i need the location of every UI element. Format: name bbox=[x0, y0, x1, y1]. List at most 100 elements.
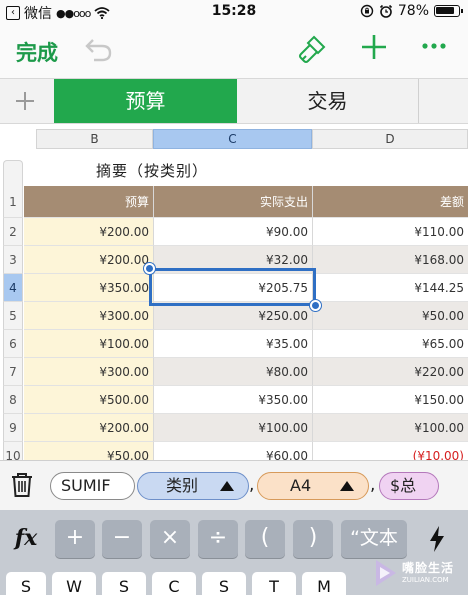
row-number[interactable]: 7 bbox=[3, 358, 23, 386]
formula-sum-range-label: $总 bbox=[390, 476, 417, 495]
lightning-icon[interactable] bbox=[414, 520, 460, 558]
table-handle[interactable] bbox=[3, 160, 23, 186]
budget-cell[interactable]: ¥200.00 bbox=[24, 218, 154, 246]
done-button[interactable]: 完成 bbox=[16, 37, 58, 67]
column-header-bar: B C D bbox=[0, 124, 468, 154]
actual-cell[interactable]: ¥60.00 bbox=[154, 442, 313, 460]
watermark-icon bbox=[376, 560, 396, 586]
diff-cell[interactable]: ¥100.00 bbox=[313, 414, 468, 442]
rotation-lock-icon bbox=[360, 4, 374, 18]
dropdown-triangle-icon bbox=[340, 481, 354, 491]
key-row2-7[interactable]: M bbox=[302, 572, 346, 595]
alarm-icon bbox=[379, 4, 392, 18]
budget-cell[interactable]: ¥50.00 bbox=[24, 442, 154, 460]
budget-cell[interactable]: ¥200.00 bbox=[24, 414, 154, 442]
row-number[interactable]: 8 bbox=[3, 386, 23, 414]
watermark-subtitle: ZUILIAN.COM bbox=[402, 576, 449, 584]
formula-separator: , bbox=[370, 475, 376, 495]
column-header-d[interactable]: D bbox=[312, 129, 468, 149]
key-row2-3[interactable]: S bbox=[102, 572, 146, 595]
table-title-row: 摘要（按类别） bbox=[0, 154, 468, 186]
header-cell-diff[interactable]: 差额 bbox=[313, 186, 468, 218]
actual-cell[interactable]: ¥80.00 bbox=[154, 358, 313, 386]
actual-cell[interactable]: ¥35.00 bbox=[154, 330, 313, 358]
formula-range-label: 类别 bbox=[166, 476, 199, 495]
tab-transactions[interactable]: 交易 bbox=[237, 79, 419, 123]
key-plus[interactable]: + bbox=[55, 520, 95, 558]
header-cell-actual[interactable]: 实际支出 bbox=[154, 186, 313, 218]
actual-cell[interactable]: ¥350.00 bbox=[154, 386, 313, 414]
budget-cell[interactable]: ¥500.00 bbox=[24, 386, 154, 414]
dropdown-triangle-icon bbox=[220, 481, 234, 491]
key-row2-4[interactable]: C bbox=[152, 572, 196, 595]
format-brush-icon[interactable] bbox=[296, 34, 328, 66]
trash-icon[interactable] bbox=[10, 472, 34, 498]
function-key[interactable]: fx bbox=[6, 520, 46, 558]
key-row2-6[interactable]: T bbox=[252, 572, 296, 595]
diff-cell[interactable]: ¥65.00 bbox=[313, 330, 468, 358]
spreadsheet-grid: 1 预算 实际支出 差额 2 ¥200.00 ¥90.00 ¥110.00 3 ¥200.… bbox=[0, 186, 468, 460]
row-number-1[interactable]: 1 bbox=[3, 186, 23, 218]
formula-function-token[interactable]: SUMIF bbox=[50, 472, 135, 500]
diff-cell[interactable]: (¥10.00) bbox=[313, 442, 468, 460]
budget-cell[interactable]: ¥100.00 bbox=[24, 330, 154, 358]
add-sheet-button[interactable] bbox=[0, 79, 54, 123]
key-text[interactable]: “文本 bbox=[341, 520, 407, 558]
key-row2-5[interactable]: S bbox=[202, 572, 246, 595]
key-row2-2[interactable]: W bbox=[52, 572, 96, 595]
budget-cell[interactable]: ¥300.00 bbox=[24, 358, 154, 386]
column-header-b[interactable]: B bbox=[36, 129, 153, 149]
budget-cell[interactable]: ¥350.00 bbox=[24, 274, 154, 302]
actual-cell[interactable]: ¥205.75 bbox=[154, 274, 313, 302]
undo-icon[interactable] bbox=[82, 36, 114, 64]
formula-bar: SUMIF 类别 , A4 , $总 bbox=[0, 460, 468, 510]
row-number[interactable]: 3 bbox=[3, 246, 23, 274]
toolbar: 完成 bbox=[0, 24, 468, 78]
key-close-paren[interactable]: ) bbox=[293, 520, 333, 558]
diff-cell[interactable]: ¥50.00 bbox=[313, 302, 468, 330]
formula-criteria-token[interactable]: A4 bbox=[257, 472, 369, 500]
column-header-c[interactable]: C bbox=[153, 129, 312, 149]
plus-icon bbox=[16, 92, 34, 110]
watermark-logo: 嘴脸生活 ZUILIAN.COM bbox=[372, 556, 464, 592]
row-number[interactable]: 9 bbox=[3, 414, 23, 442]
actual-cell[interactable]: ¥100.00 bbox=[154, 414, 313, 442]
more-icon[interactable] bbox=[421, 41, 447, 51]
status-bar: ‹ 微信 ●●ooo 15:28 78% bbox=[0, 0, 468, 24]
formula-range-token[interactable]: 类别 bbox=[137, 472, 249, 500]
diff-cell[interactable]: ¥150.00 bbox=[313, 386, 468, 414]
row-number[interactable]: 2 bbox=[3, 218, 23, 246]
diff-cell[interactable]: ¥144.25 bbox=[313, 274, 468, 302]
header-cell-budget[interactable]: 预算 bbox=[24, 186, 154, 218]
actual-cell[interactable]: ¥32.00 bbox=[154, 246, 313, 274]
battery-icon bbox=[434, 5, 463, 17]
tab-budget[interactable]: 预算 bbox=[54, 79, 237, 123]
row-number[interactable]: 6 bbox=[3, 330, 23, 358]
formula-criteria-label: A4 bbox=[290, 476, 312, 495]
row-number[interactable]: 4 bbox=[3, 274, 23, 302]
key-divide[interactable]: ÷ bbox=[198, 520, 238, 558]
table-title[interactable]: 摘要（按类别） bbox=[96, 160, 208, 181]
budget-cell[interactable]: ¥300.00 bbox=[24, 302, 154, 330]
selection-handle-bottom-right[interactable] bbox=[310, 300, 321, 311]
row-number[interactable]: 5 bbox=[3, 302, 23, 330]
diff-cell[interactable]: ¥168.00 bbox=[313, 246, 468, 274]
key-row2-1[interactable]: S bbox=[6, 572, 46, 595]
row-number[interactable]: 10 bbox=[3, 442, 23, 460]
add-icon[interactable] bbox=[359, 32, 389, 62]
key-open-paren[interactable]: ( bbox=[245, 520, 285, 558]
diff-cell[interactable]: ¥110.00 bbox=[313, 218, 468, 246]
battery-percent: 78% bbox=[397, 3, 429, 19]
actual-cell[interactable]: ¥90.00 bbox=[154, 218, 313, 246]
budget-cell[interactable]: ¥200.00 bbox=[24, 246, 154, 274]
key-multiply[interactable]: × bbox=[150, 520, 190, 558]
formula-separator: , bbox=[249, 475, 255, 495]
status-right: 78% bbox=[360, 3, 463, 19]
formula-sum-range-token[interactable]: $总 bbox=[379, 472, 439, 500]
key-minus[interactable]: − bbox=[102, 520, 142, 558]
diff-cell[interactable]: ¥220.00 bbox=[313, 358, 468, 386]
selection-handle-top-left[interactable] bbox=[144, 263, 155, 274]
sheet-tab-bar: 预算 交易 bbox=[0, 78, 468, 124]
watermark-title: 嘴脸生活 bbox=[402, 561, 455, 575]
actual-cell[interactable]: ¥250.00 bbox=[154, 302, 313, 330]
